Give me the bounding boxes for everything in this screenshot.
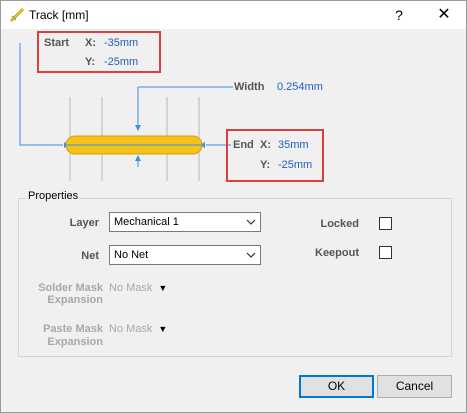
- width-arrow-down-icon: [135, 125, 141, 131]
- help-button[interactable]: ?: [385, 1, 413, 29]
- layer-select-value: Mechanical 1: [114, 216, 179, 228]
- ok-button[interactable]: OK: [299, 375, 374, 398]
- width-label: Width: [234, 81, 265, 93]
- keepout-checkbox[interactable]: [379, 246, 392, 259]
- net-select-value: No Net: [114, 249, 149, 261]
- dialog-title: Track [mm]: [29, 8, 89, 22]
- track-dialog: Track [mm] ? ✕ Start X: -35mm Y: -25mm W…: [0, 0, 467, 413]
- dropdown-triangle-icon: ▼: [158, 324, 168, 334]
- paste-mask-label-line2: Expansion: [47, 336, 103, 348]
- solder-mask-value: No Mask: [109, 282, 153, 294]
- solder-mask-label-line2: Expansion: [47, 294, 103, 306]
- start-y-label: Y:: [85, 56, 96, 68]
- paste-mask-dropdown[interactable]: No Mask ▼: [109, 323, 167, 335]
- net-label: Net: [81, 250, 99, 262]
- start-y-value[interactable]: -25mm: [104, 56, 138, 68]
- dropdown-triangle-icon: ▼: [158, 283, 168, 293]
- title-bar: Track [mm] ? ✕: [1, 1, 466, 29]
- end-x-label: X:: [260, 139, 271, 151]
- layer-select[interactable]: Mechanical 1: [109, 212, 261, 232]
- start-x-value[interactable]: -35mm: [104, 37, 138, 49]
- cancel-button[interactable]: Cancel: [377, 375, 452, 398]
- start-x-label: X:: [85, 37, 96, 49]
- paste-mask-label-line1: Paste Mask: [43, 323, 103, 335]
- end-y-label: Y:: [260, 159, 271, 171]
- locked-label: Locked: [320, 218, 359, 230]
- width-value[interactable]: 0.254mm: [277, 81, 323, 93]
- start-label: Start: [44, 37, 70, 49]
- chevron-down-icon: [246, 219, 256, 225]
- properties-title: Properties: [26, 190, 81, 202]
- end-y-value[interactable]: -25mm: [278, 159, 312, 171]
- locked-checkbox[interactable]: [379, 217, 392, 230]
- end-x-value[interactable]: 35mm: [278, 139, 309, 151]
- solder-mask-label-line1: Solder Mask: [38, 282, 103, 294]
- keepout-label: Keepout: [315, 247, 359, 259]
- chevron-down-icon: [246, 252, 256, 258]
- close-button[interactable]: ✕: [427, 1, 461, 29]
- layer-label: Layer: [69, 217, 99, 229]
- net-select[interactable]: No Net: [109, 245, 261, 265]
- paste-mask-value: No Mask: [109, 323, 153, 335]
- solder-mask-dropdown[interactable]: No Mask ▼: [109, 282, 167, 294]
- end-label: End: [233, 139, 254, 151]
- end-highlight-box: [226, 129, 324, 182]
- width-arrow-up-icon: [135, 155, 141, 161]
- track-tool-icon: [9, 7, 25, 23]
